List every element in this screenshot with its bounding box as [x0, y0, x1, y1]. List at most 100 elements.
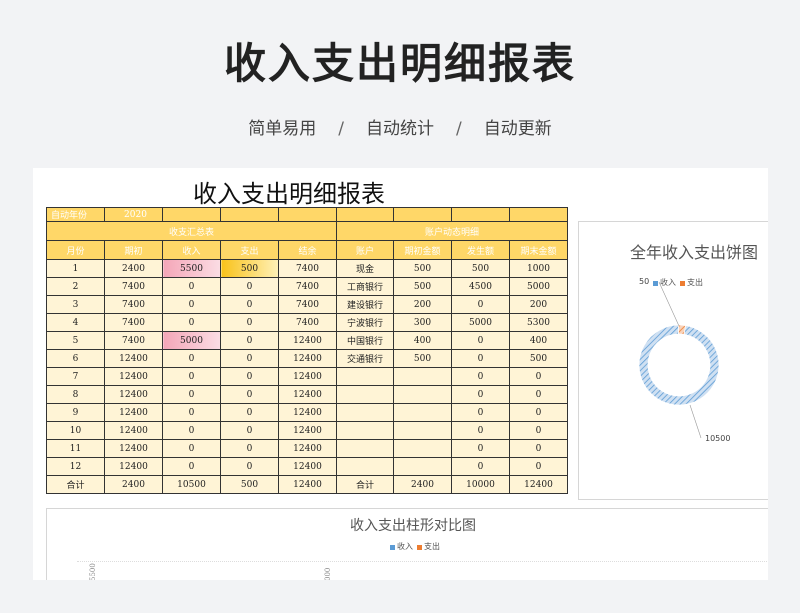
- table-cell[interactable]: 0: [451, 403, 510, 422]
- table-cell[interactable]: 7400: [104, 295, 163, 314]
- table-cell[interactable]: 0: [451, 421, 510, 440]
- table-cell[interactable]: 10: [46, 421, 105, 440]
- table-cell[interactable]: 0: [220, 349, 279, 368]
- table-cell[interactable]: [393, 403, 452, 422]
- table-cell[interactable]: 7400: [278, 259, 337, 278]
- table-cell[interactable]: 0: [509, 421, 568, 440]
- table-cell[interactable]: 5: [46, 331, 105, 350]
- table-cell[interactable]: 12400: [104, 349, 163, 368]
- table-cell[interactable]: 现金: [336, 259, 394, 278]
- table-cell[interactable]: 0: [162, 421, 221, 440]
- table-cell[interactable]: [393, 439, 452, 458]
- table-cell[interactable]: 12400: [104, 367, 163, 386]
- table-cell[interactable]: 0: [220, 295, 279, 314]
- table-cell[interactable]: 300: [393, 313, 452, 332]
- table-cell[interactable]: 500: [393, 349, 452, 368]
- table-cell[interactable]: 500: [393, 259, 452, 278]
- table-cell[interactable]: 7400: [278, 295, 337, 314]
- table-cell[interactable]: 12: [46, 457, 105, 476]
- table-cell[interactable]: 0: [162, 295, 221, 314]
- table-cell[interactable]: 12400: [278, 385, 337, 404]
- table-cell[interactable]: 0: [451, 349, 510, 368]
- table-cell[interactable]: 宁波银行: [336, 313, 394, 332]
- table-cell[interactable]: 5300: [509, 313, 568, 332]
- table-cell[interactable]: [336, 403, 394, 422]
- table-cell[interactable]: 2400: [104, 259, 163, 278]
- table-cell[interactable]: 400: [393, 331, 452, 350]
- table-cell[interactable]: 0: [451, 295, 510, 314]
- table-cell[interactable]: 0: [220, 277, 279, 296]
- table-cell[interactable]: 12400: [104, 403, 163, 422]
- table-cell[interactable]: 0: [162, 349, 221, 368]
- table-cell[interactable]: 500: [220, 259, 279, 278]
- table-cell[interactable]: 7400: [104, 313, 163, 332]
- table-cell[interactable]: 200: [393, 295, 452, 314]
- table-cell[interactable]: 1: [46, 259, 105, 278]
- table-cell[interactable]: [393, 367, 452, 386]
- table-cell[interactable]: 12400: [278, 421, 337, 440]
- table-cell[interactable]: 0: [220, 403, 279, 422]
- table-cell[interactable]: 0: [162, 457, 221, 476]
- table-cell[interactable]: 5500: [162, 259, 221, 278]
- table-cell[interactable]: 0: [220, 331, 279, 350]
- table-cell[interactable]: 0: [451, 367, 510, 386]
- table-cell[interactable]: 0: [451, 439, 510, 458]
- year-value[interactable]: 2020: [104, 207, 163, 222]
- table-cell[interactable]: 8: [46, 385, 105, 404]
- table-cell[interactable]: 500: [451, 259, 510, 278]
- table-cell[interactable]: 6: [46, 349, 105, 368]
- table-cell[interactable]: 中国银行: [336, 331, 394, 350]
- table-cell[interactable]: 0: [509, 457, 568, 476]
- table-cell[interactable]: 0: [220, 457, 279, 476]
- table-cell[interactable]: [336, 421, 394, 440]
- table-cell[interactable]: 12400: [104, 421, 163, 440]
- table-cell[interactable]: 建设银行: [336, 295, 394, 314]
- table-cell[interactable]: 7400: [104, 331, 163, 350]
- table-cell[interactable]: 12400: [104, 439, 163, 458]
- table-cell[interactable]: 12400: [278, 457, 337, 476]
- table-cell[interactable]: 0: [220, 421, 279, 440]
- table-cell[interactable]: 500: [509, 349, 568, 368]
- table-cell[interactable]: 4: [46, 313, 105, 332]
- table-cell[interactable]: [393, 421, 452, 440]
- table-cell[interactable]: [393, 457, 452, 476]
- table-cell[interactable]: 0: [220, 385, 279, 404]
- table-cell[interactable]: 0: [509, 385, 568, 404]
- table-cell[interactable]: 400: [509, 331, 568, 350]
- table-cell[interactable]: 0: [162, 403, 221, 422]
- table-cell[interactable]: 500: [393, 277, 452, 296]
- table-cell[interactable]: [336, 367, 394, 386]
- table-cell[interactable]: [393, 385, 452, 404]
- table-cell[interactable]: 0: [220, 439, 279, 458]
- table-cell[interactable]: 2: [46, 277, 105, 296]
- table-cell[interactable]: 7400: [278, 313, 337, 332]
- table-cell[interactable]: 0: [162, 439, 221, 458]
- table-cell[interactable]: 12400: [278, 367, 337, 386]
- table-cell[interactable]: 0: [162, 277, 221, 296]
- table-cell[interactable]: 0: [451, 385, 510, 404]
- table-cell[interactable]: 12400: [278, 331, 337, 350]
- table-cell[interactable]: 9: [46, 403, 105, 422]
- table-cell[interactable]: [336, 385, 394, 404]
- table-cell[interactable]: 7: [46, 367, 105, 386]
- table-cell[interactable]: 5000: [509, 277, 568, 296]
- table-cell[interactable]: 3: [46, 295, 105, 314]
- table-cell[interactable]: 7400: [278, 277, 337, 296]
- table-cell[interactable]: 11: [46, 439, 105, 458]
- table-cell[interactable]: 0: [509, 367, 568, 386]
- table-cell[interactable]: 工商银行: [336, 277, 394, 296]
- table-cell[interactable]: 7400: [104, 277, 163, 296]
- table-cell[interactable]: 0: [220, 367, 279, 386]
- table-cell[interactable]: 12400: [278, 439, 337, 458]
- table-cell[interactable]: 200: [509, 295, 568, 314]
- table-cell[interactable]: 1000: [509, 259, 568, 278]
- table-cell[interactable]: 12400: [104, 385, 163, 404]
- table-cell[interactable]: 12400: [278, 349, 337, 368]
- table-cell[interactable]: 0: [162, 385, 221, 404]
- table-cell[interactable]: 5000: [162, 331, 221, 350]
- table-cell[interactable]: 交通银行: [336, 349, 394, 368]
- table-cell[interactable]: 0: [220, 313, 279, 332]
- table-cell[interactable]: 0: [451, 457, 510, 476]
- table-cell[interactable]: 4500: [451, 277, 510, 296]
- table-cell[interactable]: 12400: [104, 457, 163, 476]
